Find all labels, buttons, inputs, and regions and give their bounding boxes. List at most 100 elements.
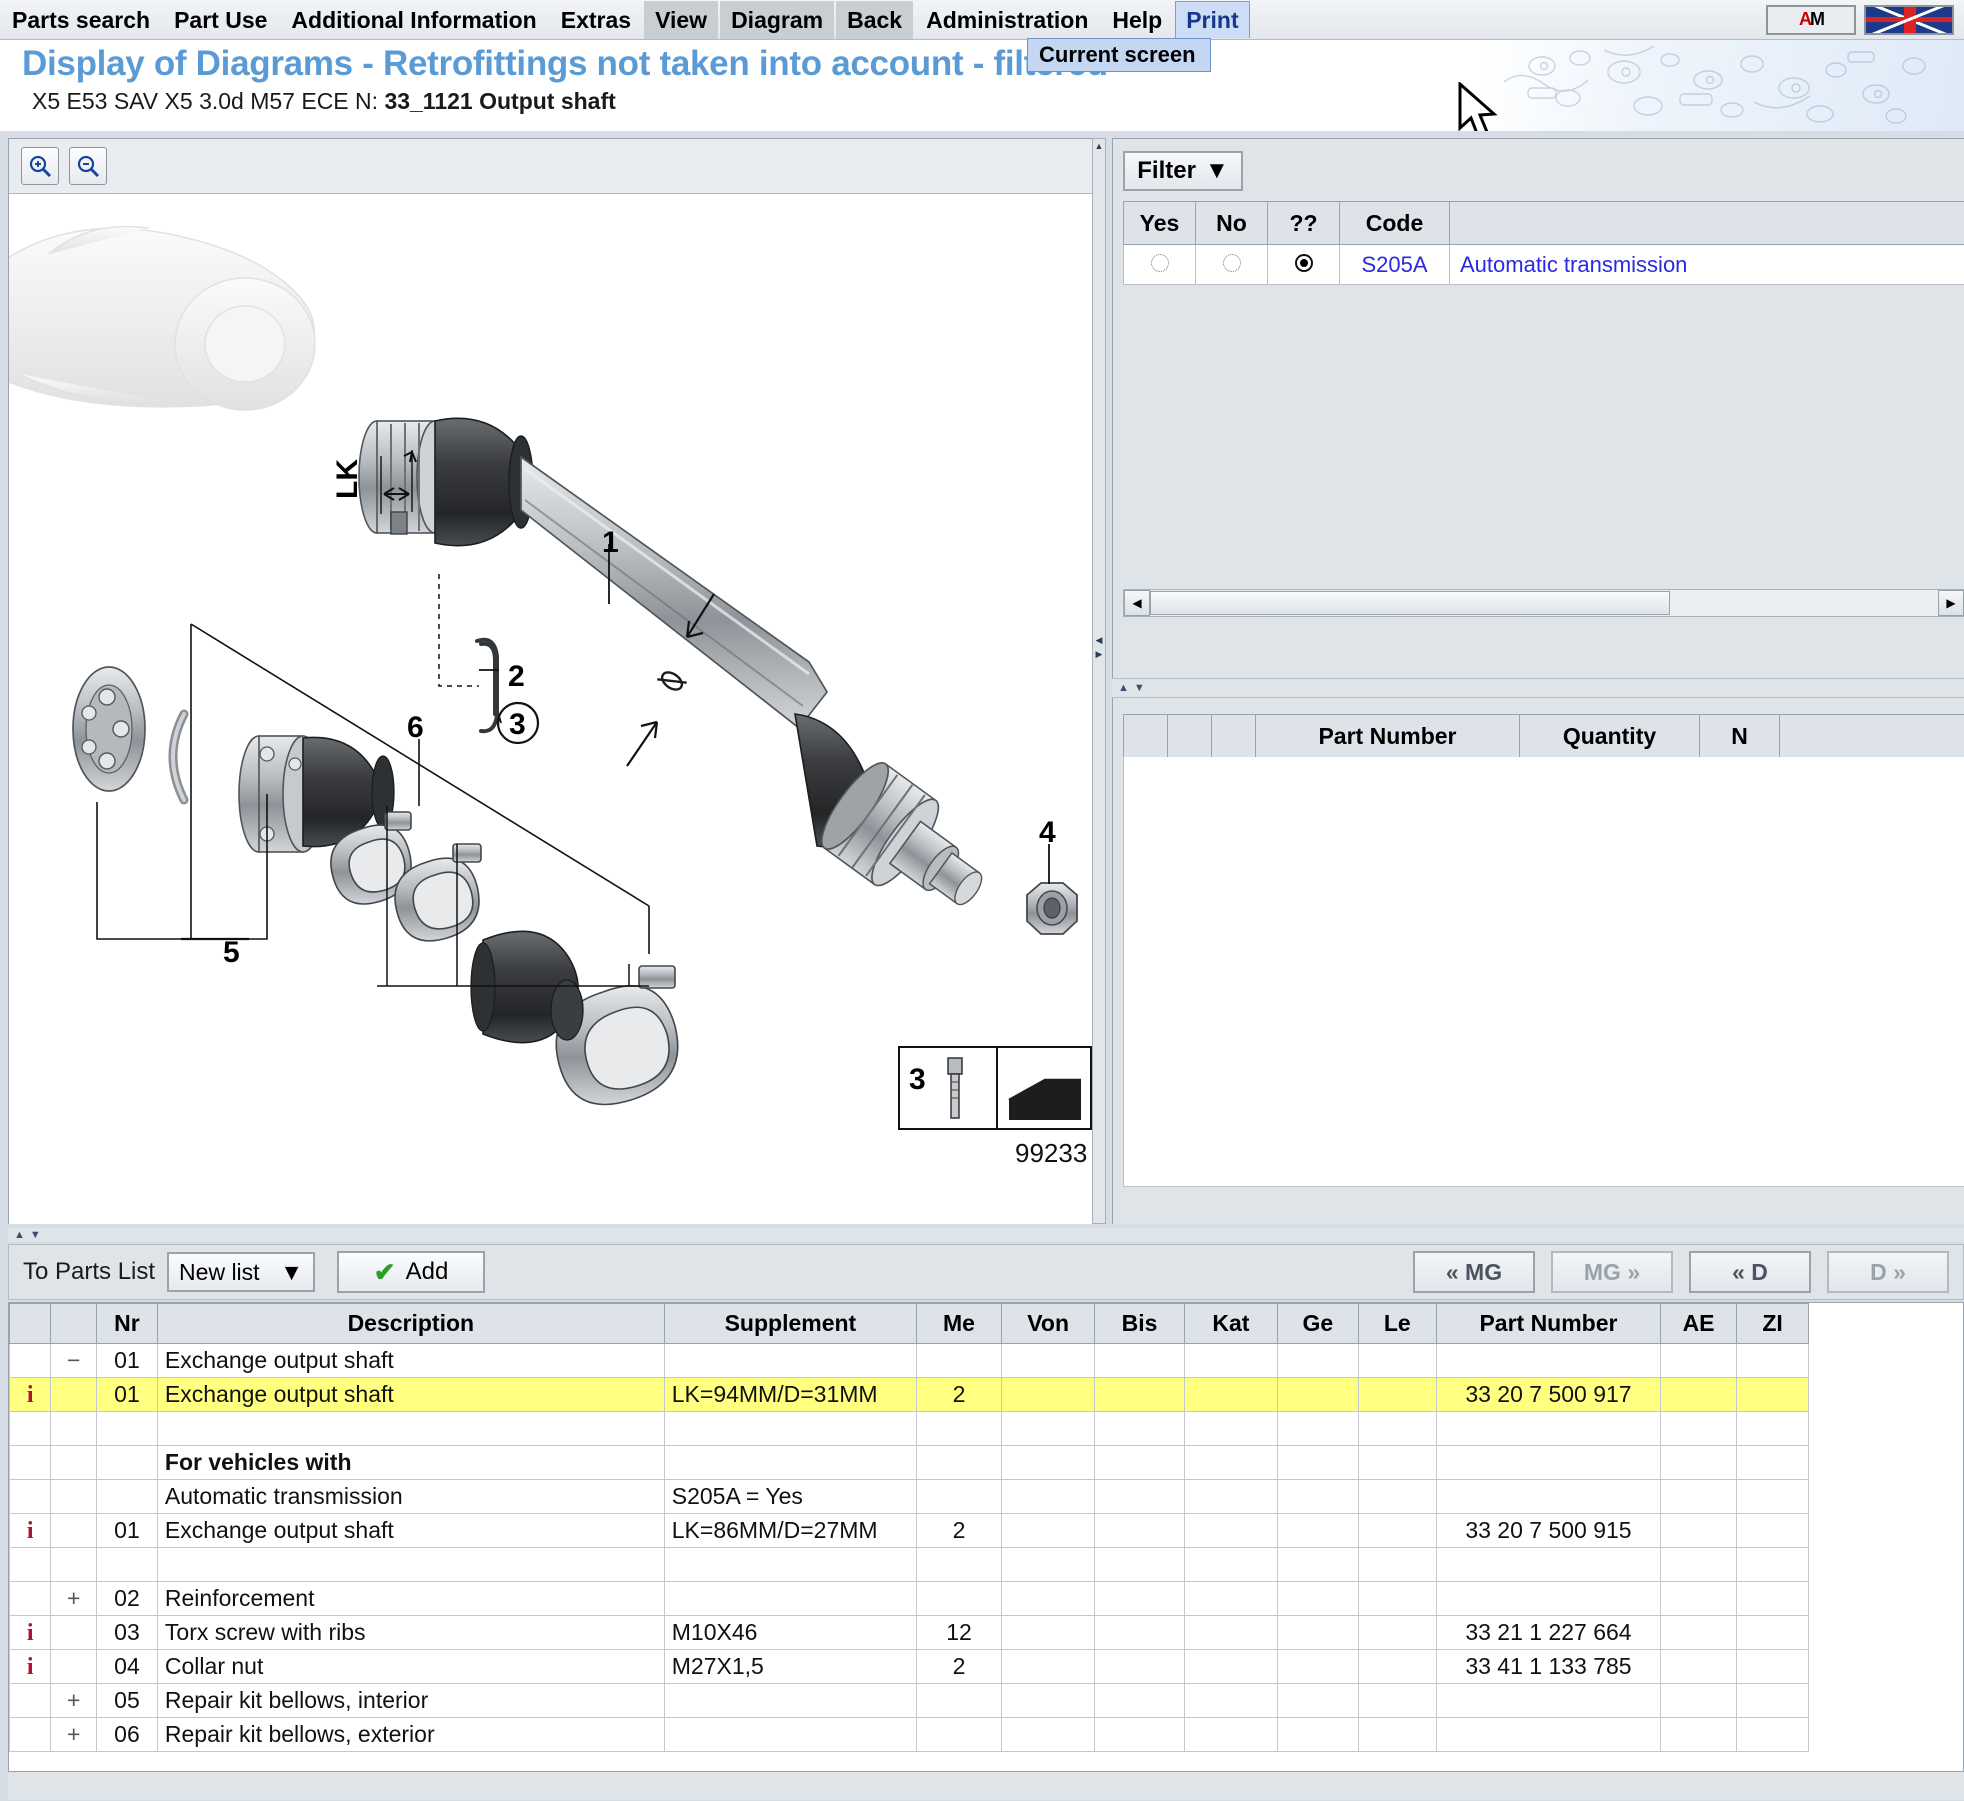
parts-list-select[interactable]: New list ▼ <box>167 1252 316 1292</box>
menu-item-additional-information[interactable]: Additional Information <box>280 1 547 39</box>
parts-col-kat[interactable]: Kat <box>1183 1303 1279 1344</box>
parts-col-info[interactable] <box>9 1303 52 1344</box>
scroll-right-arrow[interactable]: ▶ <box>1093 647 1105 661</box>
parts-col-ge[interactable]: Ge <box>1277 1303 1359 1344</box>
table-row[interactable]: i 01 Exchange output shaft LK=94MM/D=31MM 2 3… <box>9 1377 1809 1412</box>
expand-toggle-icon[interactable]: + <box>67 1721 80 1747</box>
nav-button-d[interactable]: D » <box>1827 1251 1949 1293</box>
print-menu-current-screen[interactable]: Current screen <box>1027 38 1211 72</box>
parts-cell-info[interactable] <box>9 1547 52 1582</box>
parts-cell-info[interactable] <box>9 1717 52 1752</box>
parts-cell-info[interactable] <box>9 1411 52 1446</box>
zoom-out-icon[interactable] <box>69 147 107 185</box>
filter-code[interactable]: S205A <box>1339 244 1450 285</box>
parts-cell-info[interactable]: i <box>9 1513 52 1548</box>
filter-col-no[interactable]: No <box>1195 201 1268 245</box>
parts-col-nr[interactable]: Nr <box>96 1303 158 1344</box>
menu-item-extras[interactable]: Extras <box>550 1 642 39</box>
pn-col-part-number[interactable]: Part Number <box>1255 714 1520 758</box>
filter-no[interactable] <box>1195 244 1268 285</box>
parts-cell-expand[interactable]: + <box>50 1683 97 1718</box>
part-number-table-body[interactable] <box>1123 757 1964 1187</box>
parts-cell-expand[interactable]: + <box>50 1581 97 1616</box>
table-row[interactable]: i 01 Exchange output shaft LK=86MM/D=27MM 2 3… <box>9 1513 1809 1548</box>
parts-col-le[interactable]: Le <box>1357 1303 1437 1344</box>
parts-cell-info[interactable] <box>9 1683 52 1718</box>
diagram-vertical-scrollbar[interactable]: ▲ ◀ ▶ <box>1092 138 1106 1224</box>
filter-yes[interactable] <box>1123 244 1196 285</box>
language-a-button[interactable]: AM <box>1766 4 1856 35</box>
parts-cell-expand[interactable] <box>50 1513 97 1548</box>
scroll-left-arrow[interactable]: ◀ <box>1093 633 1105 647</box>
filter-unknown[interactable] <box>1267 244 1340 285</box>
filter-row[interactable]: S205A Automatic transmission <box>1123 244 1964 285</box>
filter-scroll-right-icon[interactable]: ▶ <box>1938 590 1964 616</box>
main-splitter-down-icon[interactable]: ▼ <box>30 1229 41 1241</box>
parts-cell-info[interactable] <box>9 1445 52 1480</box>
parts-cell-expand[interactable] <box>50 1377 97 1412</box>
menu-item-diagram[interactable]: Diagram <box>720 0 835 39</box>
nav-button-mg[interactable]: « MG <box>1413 1251 1535 1293</box>
table-row[interactable]: +06 Repair kit bellows, exterior <box>9 1717 1809 1752</box>
parts-cell-info[interactable] <box>9 1581 52 1616</box>
table-row[interactable]: +05 Repair kit bellows, interior <box>9 1683 1809 1718</box>
parts-col-bis[interactable]: Bis <box>1094 1303 1185 1344</box>
filter-col-yes[interactable]: Yes <box>1123 201 1196 245</box>
parts-cell-info[interactable] <box>9 1479 52 1514</box>
pn-col-n[interactable]: N <box>1699 714 1780 758</box>
table-row[interactable]: For vehicles with <box>9 1445 1809 1480</box>
expand-toggle-icon[interactable]: − <box>67 1347 80 1373</box>
expand-toggle-icon[interactable]: + <box>67 1585 80 1611</box>
menu-item-help[interactable]: Help <box>1101 1 1173 39</box>
menu-item-back[interactable]: Back <box>836 0 914 39</box>
parts-cell-expand[interactable] <box>50 1479 97 1514</box>
filter-horizontal-scrollbar[interactable]: ◀ ▶ <box>1123 589 1964 617</box>
filter-scroll-thumb[interactable] <box>1150 591 1670 615</box>
zoom-in-icon[interactable] <box>21 147 59 185</box>
menu-item-administration[interactable]: Administration <box>915 1 1099 39</box>
parts-col-me[interactable]: Me <box>916 1303 1002 1344</box>
pn-col-quantity[interactable]: Quantity <box>1519 714 1700 758</box>
diagram-canvas[interactable]: 1 2 3 4 5 6 LK 3 99233 <box>9 194 1099 1224</box>
filter-scroll-left-icon[interactable]: ◀ <box>1124 590 1150 616</box>
menu-item-print[interactable]: Print <box>1175 1 1250 38</box>
menu-item-part-use[interactable]: Part Use <box>163 1 278 39</box>
parts-col-description[interactable]: Description <box>156 1303 665 1344</box>
parts-cell-expand[interactable] <box>50 1547 97 1582</box>
table-row[interactable]: +02 Reinforcement <box>9 1581 1809 1616</box>
splitter-down-icon[interactable]: ▼ <box>1134 682 1145 694</box>
expand-toggle-icon[interactable]: + <box>67 1687 80 1713</box>
parts-cell-info[interactable]: i <box>9 1649 52 1684</box>
parts-cell-info[interactable] <box>9 1343 52 1378</box>
parts-col-zi[interactable]: ZI <box>1736 1303 1809 1344</box>
filter-yes-radio[interactable] <box>1150 253 1169 272</box>
table-row[interactable]: −01 Exchange output shaft <box>9 1343 1809 1378</box>
parts-cell-expand[interactable]: + <box>50 1717 97 1752</box>
filter-col-description[interactable] <box>1449 201 1964 245</box>
parts-cell-expand[interactable] <box>50 1649 97 1684</box>
parts-col-supplement[interactable]: Supplement <box>663 1303 918 1344</box>
info-icon[interactable]: i <box>27 1620 34 1646</box>
table-row[interactable] <box>9 1411 1809 1446</box>
main-splitter[interactable]: ▲ ▼ <box>8 1228 1964 1242</box>
filter-button[interactable]: Filter ▼ <box>1123 151 1243 191</box>
filter-col-code[interactable]: Code <box>1339 201 1450 245</box>
add-button[interactable]: ✔ Add <box>337 1251 486 1293</box>
parts-col-part-number[interactable]: Part Number <box>1435 1303 1661 1344</box>
nav-button-mg[interactable]: MG » <box>1551 1251 1673 1293</box>
parts-col-expand[interactable] <box>50 1303 97 1344</box>
parts-cell-expand[interactable]: − <box>50 1343 97 1378</box>
parts-cell-expand[interactable] <box>50 1445 97 1480</box>
right-panel-splitter[interactable]: ▲ ▼ <box>1112 678 1964 698</box>
menu-item-parts-search[interactable]: Parts search <box>1 1 161 39</box>
scroll-up-arrow[interactable]: ▲ <box>1093 139 1105 153</box>
parts-list-table-container[interactable]: Nr Description Supplement Me Von Bis Kat Ge Le Pa… <box>8 1302 1964 1772</box>
info-icon[interactable]: i <box>27 1654 34 1680</box>
table-row[interactable]: i 03 Torx screw with ribs M10X46 12 33 21 1 2… <box>9 1615 1809 1650</box>
parts-col-ae[interactable]: AE <box>1659 1303 1738 1344</box>
menu-item-view[interactable]: View <box>644 0 719 39</box>
parts-cell-info[interactable]: i <box>9 1615 52 1650</box>
filter-col-unknown[interactable]: ?? <box>1267 201 1340 245</box>
parts-cell-info[interactable]: i <box>9 1377 52 1412</box>
table-row[interactable]: Automatic transmission S205A = Yes <box>9 1479 1809 1514</box>
